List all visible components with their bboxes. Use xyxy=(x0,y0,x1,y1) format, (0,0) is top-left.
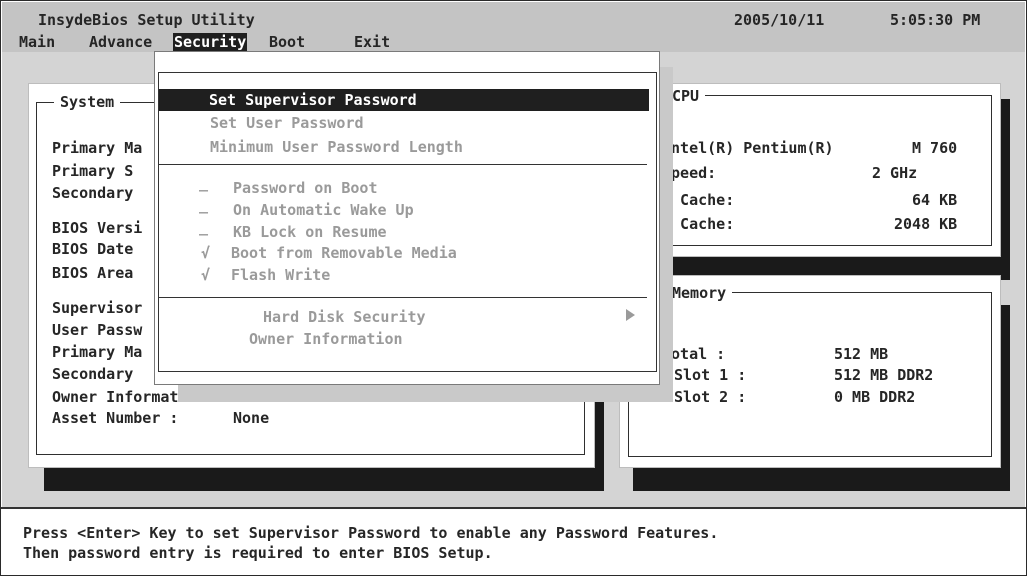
owner-information-item[interactable]: Owner Information xyxy=(249,330,403,348)
automatic-wake-up-mark: _ xyxy=(199,196,209,214)
help-text-line1: Press <Enter> Key to set Supervisor Pass… xyxy=(23,524,719,542)
info-row: Supervisor xyxy=(52,299,143,317)
info-row: BIOS Versi xyxy=(52,219,143,237)
memory-slot1-label: Slot 1 : xyxy=(674,366,747,384)
help-divider xyxy=(1,507,1026,509)
menu-bar: Main Advance Security Boot Exit xyxy=(2,32,1025,52)
info-row: BIOS Area xyxy=(52,264,134,282)
flash-write-mark: √ xyxy=(201,266,211,284)
menu-separator xyxy=(159,164,647,165)
l2-cache-value: 2048 KB xyxy=(894,215,958,233)
set-user-password-item[interactable]: Set User Password xyxy=(210,114,364,132)
popup-shadow xyxy=(178,382,673,402)
cpu-panel: CPU Intel(R) Pentium(R) M 760 Speed: 2 G… xyxy=(619,83,1001,257)
kb-lock-mark: _ xyxy=(199,218,209,236)
min-password-length-item[interactable]: Minimum User Password Length xyxy=(210,138,463,156)
menu-advance[interactable]: Advance xyxy=(88,33,153,51)
memory-panel: Memory Total : 512 MB Slot 1 : 512 MB DD… xyxy=(619,275,1001,468)
removable-media-item[interactable]: Boot from Removable Media xyxy=(231,244,457,262)
memory-slot1-value: 512 MB DDR2 xyxy=(834,366,934,384)
removable-media-mark: √ xyxy=(201,244,211,262)
cpu-speed-value: 2 GHz xyxy=(872,164,918,182)
hard-disk-security-item[interactable]: Hard Disk Security xyxy=(263,308,426,326)
kb-lock-item[interactable]: KB Lock on Resume xyxy=(233,223,387,241)
title-bar: InsydeBios Setup Utility 2005/10/11 5:05… xyxy=(2,2,1025,52)
memory-slot2-value: 0 MB DDR2 xyxy=(834,388,916,406)
cpu-model-number: M 760 xyxy=(912,139,958,157)
memory-slot2-label: Slot 2 : xyxy=(674,388,747,406)
info-row: BIOS Date xyxy=(52,240,134,258)
menu-separator xyxy=(159,297,647,298)
menu-security[interactable]: Security xyxy=(173,33,248,51)
app-title: InsydeBios Setup Utility xyxy=(38,11,255,29)
menu-main[interactable]: Main xyxy=(18,33,56,51)
info-row: Primary Ma xyxy=(52,343,143,361)
flash-write-item[interactable]: Flash Write xyxy=(231,266,330,284)
asset-number-value: None xyxy=(233,409,270,427)
submenu-arrow-icon xyxy=(626,309,635,321)
security-menu: Set Supervisor Password Set User Passwor… xyxy=(154,51,660,385)
password-on-boot-item[interactable]: Password on Boot xyxy=(233,179,378,197)
info-row: Secondary xyxy=(52,184,134,202)
date-display: 2005/10/11 xyxy=(734,11,825,29)
password-on-boot-mark: _ xyxy=(199,174,209,192)
bios-screen: InsydeBios Setup Utility 2005/10/11 5:05… xyxy=(0,0,1027,576)
menu-boot[interactable]: Boot xyxy=(268,33,306,51)
info-row: Primary Ma xyxy=(52,139,143,157)
info-row: Primary S xyxy=(52,162,134,180)
l1-cache-value: 64 KB xyxy=(912,191,958,209)
memory-total-value: 512 MB xyxy=(834,345,889,363)
info-row: User Passw xyxy=(52,321,143,339)
set-supervisor-password-label: Set Supervisor Password xyxy=(209,91,417,109)
set-supervisor-password-item[interactable]: Set Supervisor Password xyxy=(159,89,649,111)
time-display: 5:05:30 PM xyxy=(890,11,981,29)
cpu-model: Intel(R) Pentium(R) xyxy=(662,139,834,157)
info-row: Secondary xyxy=(52,365,134,383)
help-text-line2: Then password entry is required to enter… xyxy=(23,544,493,562)
memory-panel-title: Memory xyxy=(666,284,733,302)
system-panel-title: System xyxy=(54,93,121,111)
automatic-wake-up-item[interactable]: On Automatic Wake Up xyxy=(233,201,414,219)
menu-exit[interactable]: Exit xyxy=(353,33,391,51)
asset-number-label: Asset Number : xyxy=(52,409,179,427)
